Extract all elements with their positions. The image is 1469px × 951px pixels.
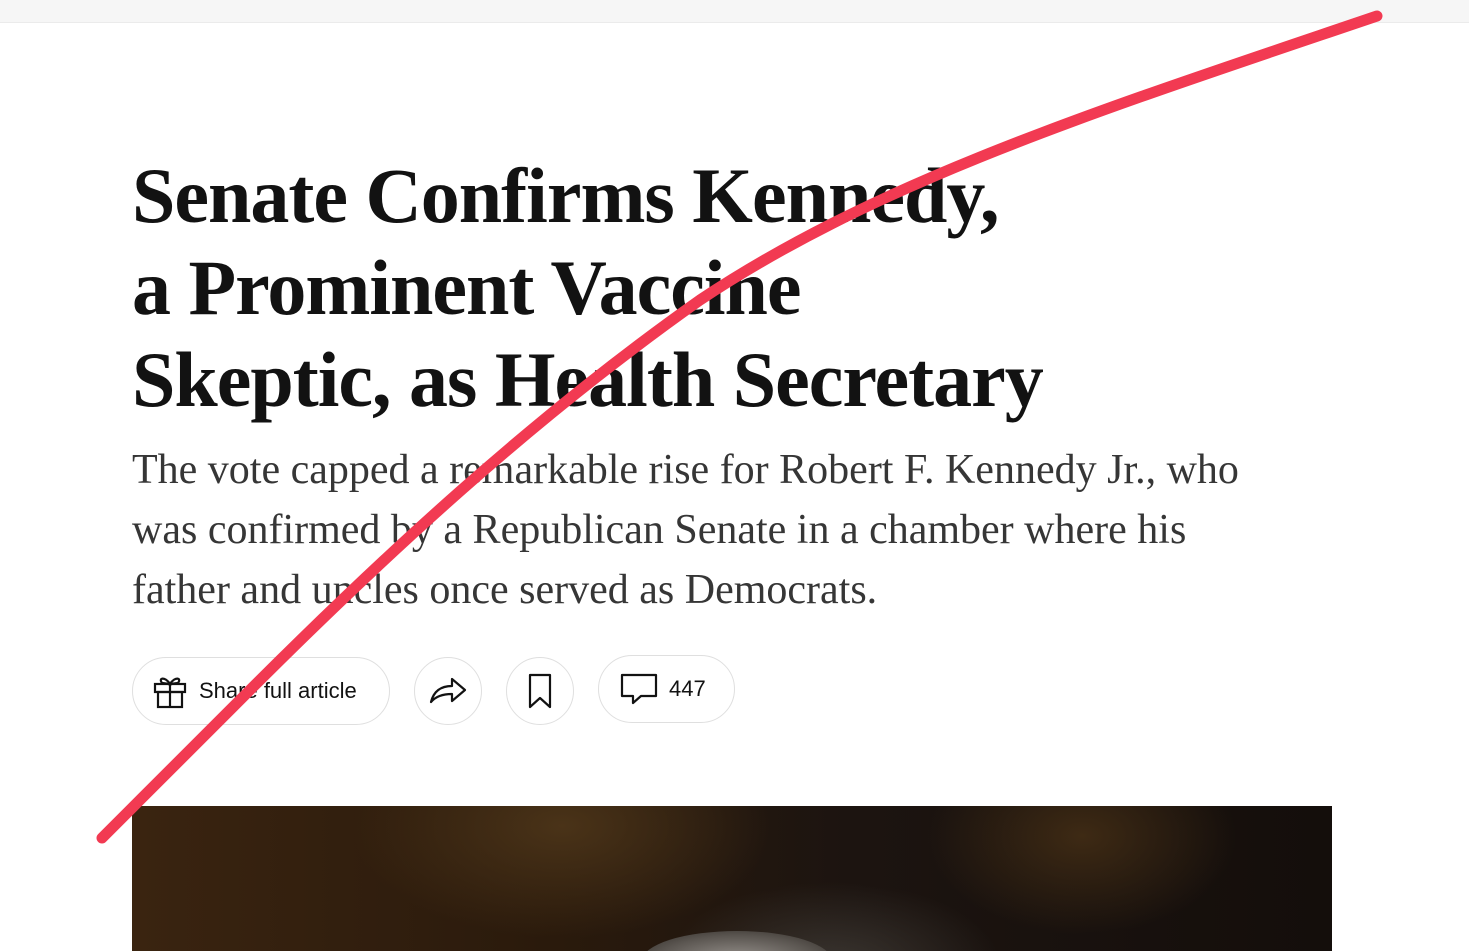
- gift-icon: [151, 672, 189, 710]
- save-button[interactable]: [506, 657, 574, 725]
- summary-line: was confirmed by a Republican Senate in …: [132, 507, 1187, 553]
- comments-count: 447: [669, 676, 706, 701]
- headline-line: a Prominent Vaccine: [132, 244, 802, 331]
- comments-button[interactable]: 447: [598, 655, 735, 723]
- browser-top-bar: [0, 0, 1469, 23]
- bookmark-icon: [526, 672, 554, 710]
- share-button[interactable]: [414, 657, 482, 725]
- article-headline: Senate Confirms Kennedy, a Prominent Vac…: [132, 150, 1112, 426]
- summary-line: father and uncles once served as Democra…: [132, 567, 878, 613]
- lead-photo: [132, 806, 1332, 951]
- share-full-article-label: Share full article: [199, 678, 357, 703]
- share-arrow-icon: [428, 674, 468, 708]
- article-summary: The vote capped a remarkable rise for Ro…: [132, 440, 1342, 620]
- headline-line: Skeptic, as Health Secretary: [132, 336, 1044, 423]
- photo-subject: [642, 931, 832, 951]
- headline-line: Senate Confirms Kennedy,: [132, 152, 1000, 239]
- summary-line: The vote capped a remarkable rise for Ro…: [132, 447, 1239, 493]
- share-full-article-button[interactable]: Share full article: [132, 657, 390, 725]
- comment-bubble-icon: [619, 672, 659, 706]
